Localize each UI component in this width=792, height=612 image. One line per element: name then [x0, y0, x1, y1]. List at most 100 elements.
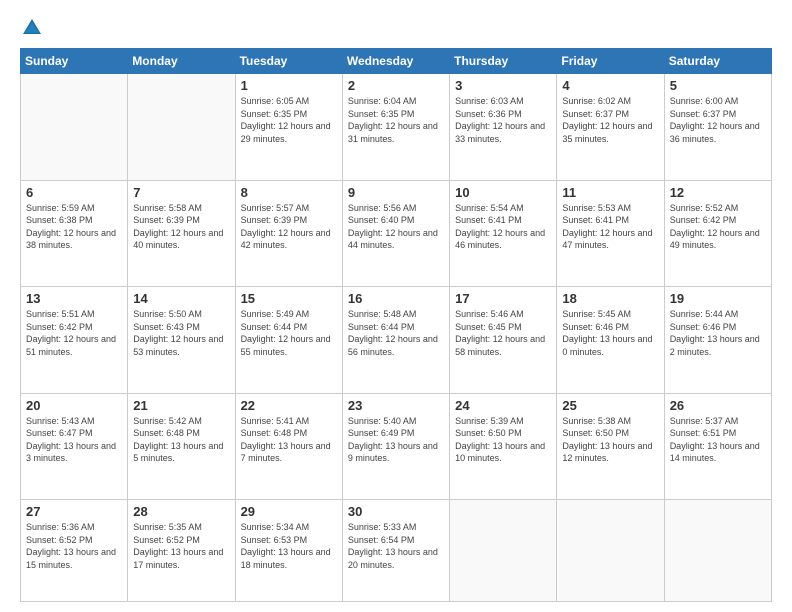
- day-number: 27: [26, 504, 122, 519]
- day-number: 24: [455, 398, 551, 413]
- calendar-cell: 28 Sunrise: 5:35 AMSunset: 6:52 PMDayligh…: [128, 500, 235, 602]
- day-number: 11: [562, 185, 658, 200]
- day-detail: Sunrise: 5:57 AMSunset: 6:39 PMDaylight:…: [241, 203, 331, 251]
- day-header-tuesday: Tuesday: [235, 49, 342, 74]
- day-detail: Sunrise: 5:59 AMSunset: 6:38 PMDaylight:…: [26, 203, 116, 251]
- day-detail: Sunrise: 5:48 AMSunset: 6:44 PMDaylight:…: [348, 309, 438, 357]
- calendar-cell: 11 Sunrise: 5:53 AMSunset: 6:41 PMDayligh…: [557, 180, 664, 287]
- calendar-cell: 2 Sunrise: 6:04 AMSunset: 6:35 PMDaylight…: [342, 74, 449, 181]
- day-detail: Sunrise: 5:40 AMSunset: 6:49 PMDaylight:…: [348, 416, 438, 464]
- day-detail: Sunrise: 5:38 AMSunset: 6:50 PMDaylight:…: [562, 416, 652, 464]
- day-header-sunday: Sunday: [21, 49, 128, 74]
- week-row-4: 20 Sunrise: 5:43 AMSunset: 6:47 PMDayligh…: [21, 393, 772, 500]
- day-number: 20: [26, 398, 122, 413]
- day-detail: Sunrise: 5:37 AMSunset: 6:51 PMDaylight:…: [670, 416, 760, 464]
- day-header-friday: Friday: [557, 49, 664, 74]
- day-number: 9: [348, 185, 444, 200]
- calendar-cell: 8 Sunrise: 5:57 AMSunset: 6:39 PMDaylight…: [235, 180, 342, 287]
- calendar-cell: 5 Sunrise: 6:00 AMSunset: 6:37 PMDaylight…: [664, 74, 771, 181]
- day-number: 2: [348, 78, 444, 93]
- day-detail: Sunrise: 5:46 AMSunset: 6:45 PMDaylight:…: [455, 309, 545, 357]
- calendar-cell: 16Sunrise: 5:48 AMSunset: 6:44 PMDayligh…: [342, 287, 449, 394]
- day-number: 19: [670, 291, 766, 306]
- week-row-1: 1Sunrise: 6:05 AMSunset: 6:35 PMDaylight…: [21, 74, 772, 181]
- day-number: 13: [26, 291, 122, 306]
- calendar-cell: 21 Sunrise: 5:42 AMSunset: 6:48 PMDayligh…: [128, 393, 235, 500]
- week-row-3: 13Sunrise: 5:51 AMSunset: 6:42 PMDayligh…: [21, 287, 772, 394]
- day-header-monday: Monday: [128, 49, 235, 74]
- day-detail: Sunrise: 5:41 AMSunset: 6:48 PMDaylight:…: [241, 416, 331, 464]
- day-detail: Sunrise: 5:52 AMSunset: 6:42 PMDaylight:…: [670, 203, 760, 251]
- day-header-saturday: Saturday: [664, 49, 771, 74]
- calendar-cell: 3 Sunrise: 6:03 AMSunset: 6:36 PMDaylight…: [450, 74, 557, 181]
- day-detail: Sunrise: 6:03 AMSunset: 6:36 PMDaylight:…: [455, 96, 545, 144]
- day-detail: Sunrise: 5:45 AMSunset: 6:46 PMDaylight:…: [562, 309, 652, 357]
- day-number: 8: [241, 185, 337, 200]
- day-number: 5: [670, 78, 766, 93]
- calendar-cell: 25 Sunrise: 5:38 AMSunset: 6:50 PMDayligh…: [557, 393, 664, 500]
- day-number: 22: [241, 398, 337, 413]
- week-row-5: 27 Sunrise: 5:36 AMSunset: 6:52 PMDayligh…: [21, 500, 772, 602]
- calendar-cell: 30 Sunrise: 5:33 AMSunset: 6:54 PMDayligh…: [342, 500, 449, 602]
- calendar-cell: [450, 500, 557, 602]
- day-detail: Sunrise: 5:42 AMSunset: 6:48 PMDaylight:…: [133, 416, 223, 464]
- day-number: 26: [670, 398, 766, 413]
- calendar-cell: 14Sunrise: 5:50 AMSunset: 6:43 PMDayligh…: [128, 287, 235, 394]
- day-number: 28: [133, 504, 229, 519]
- calendar-table: SundayMondayTuesdayWednesdayThursdayFrid…: [20, 48, 772, 602]
- day-detail: Sunrise: 5:35 AMSunset: 6:52 PMDaylight:…: [133, 522, 223, 570]
- calendar-cell: 17 Sunrise: 5:46 AMSunset: 6:45 PMDayligh…: [450, 287, 557, 394]
- day-number: 6: [26, 185, 122, 200]
- calendar-cell: 19 Sunrise: 5:44 AMSunset: 6:46 PMDayligh…: [664, 287, 771, 394]
- day-detail: Sunrise: 5:49 AMSunset: 6:44 PMDaylight:…: [241, 309, 331, 357]
- calendar-cell: 9 Sunrise: 5:56 AMSunset: 6:40 PMDaylight…: [342, 180, 449, 287]
- day-detail: Sunrise: 5:36 AMSunset: 6:52 PMDaylight:…: [26, 522, 116, 570]
- calendar-cell: 1Sunrise: 6:05 AMSunset: 6:35 PMDaylight…: [235, 74, 342, 181]
- calendar-cell: 12Sunrise: 5:52 AMSunset: 6:42 PMDayligh…: [664, 180, 771, 287]
- calendar-header: SundayMondayTuesdayWednesdayThursdayFrid…: [21, 49, 772, 74]
- calendar-cell: [664, 500, 771, 602]
- header-row: SundayMondayTuesdayWednesdayThursdayFrid…: [21, 49, 772, 74]
- day-detail: Sunrise: 6:04 AMSunset: 6:35 PMDaylight:…: [348, 96, 438, 144]
- calendar-cell: 18Sunrise: 5:45 AMSunset: 6:46 PMDayligh…: [557, 287, 664, 394]
- day-number: 3: [455, 78, 551, 93]
- logo-icon: [20, 16, 44, 40]
- day-header-thursday: Thursday: [450, 49, 557, 74]
- calendar-cell: 7 Sunrise: 5:58 AMSunset: 6:39 PMDaylight…: [128, 180, 235, 287]
- day-detail: Sunrise: 5:53 AMSunset: 6:41 PMDaylight:…: [562, 203, 652, 251]
- day-number: 21: [133, 398, 229, 413]
- header: [20, 16, 772, 40]
- day-detail: Sunrise: 6:02 AMSunset: 6:37 PMDaylight:…: [562, 96, 652, 144]
- day-detail: Sunrise: 5:43 AMSunset: 6:47 PMDaylight:…: [26, 416, 116, 464]
- day-detail: Sunrise: 5:44 AMSunset: 6:46 PMDaylight:…: [670, 309, 760, 357]
- day-detail: Sunrise: 5:56 AMSunset: 6:40 PMDaylight:…: [348, 203, 438, 251]
- calendar-cell: [557, 500, 664, 602]
- day-detail: Sunrise: 5:58 AMSunset: 6:39 PMDaylight:…: [133, 203, 223, 251]
- calendar-cell: 20 Sunrise: 5:43 AMSunset: 6:47 PMDayligh…: [21, 393, 128, 500]
- logo: [20, 16, 48, 40]
- day-header-wednesday: Wednesday: [342, 49, 449, 74]
- calendar-cell: 26 Sunrise: 5:37 AMSunset: 6:51 PMDayligh…: [664, 393, 771, 500]
- day-detail: Sunrise: 6:00 AMSunset: 6:37 PMDaylight:…: [670, 96, 760, 144]
- calendar-cell: 29Sunrise: 5:34 AMSunset: 6:53 PMDayligh…: [235, 500, 342, 602]
- day-number: 25: [562, 398, 658, 413]
- week-row-2: 6 Sunrise: 5:59 AMSunset: 6:38 PMDaylight…: [21, 180, 772, 287]
- day-number: 4: [562, 78, 658, 93]
- calendar-cell: 10Sunrise: 5:54 AMSunset: 6:41 PMDayligh…: [450, 180, 557, 287]
- calendar-cell: [21, 74, 128, 181]
- day-number: 29: [241, 504, 337, 519]
- calendar-cell: 22 Sunrise: 5:41 AMSunset: 6:48 PMDayligh…: [235, 393, 342, 500]
- day-number: 17: [455, 291, 551, 306]
- day-detail: Sunrise: 5:33 AMSunset: 6:54 PMDaylight:…: [348, 522, 438, 570]
- calendar-cell: 6 Sunrise: 5:59 AMSunset: 6:38 PMDaylight…: [21, 180, 128, 287]
- day-number: 30: [348, 504, 444, 519]
- day-detail: Sunrise: 5:39 AMSunset: 6:50 PMDaylight:…: [455, 416, 545, 464]
- day-detail: Sunrise: 5:50 AMSunset: 6:43 PMDaylight:…: [133, 309, 223, 357]
- calendar-cell: 15Sunrise: 5:49 AMSunset: 6:44 PMDayligh…: [235, 287, 342, 394]
- calendar-cell: 4 Sunrise: 6:02 AMSunset: 6:37 PMDaylight…: [557, 74, 664, 181]
- day-number: 7: [133, 185, 229, 200]
- calendar-cell: [128, 74, 235, 181]
- day-number: 10: [455, 185, 551, 200]
- day-detail: Sunrise: 6:05 AMSunset: 6:35 PMDaylight:…: [241, 96, 331, 144]
- calendar-body: 1Sunrise: 6:05 AMSunset: 6:35 PMDaylight…: [21, 74, 772, 602]
